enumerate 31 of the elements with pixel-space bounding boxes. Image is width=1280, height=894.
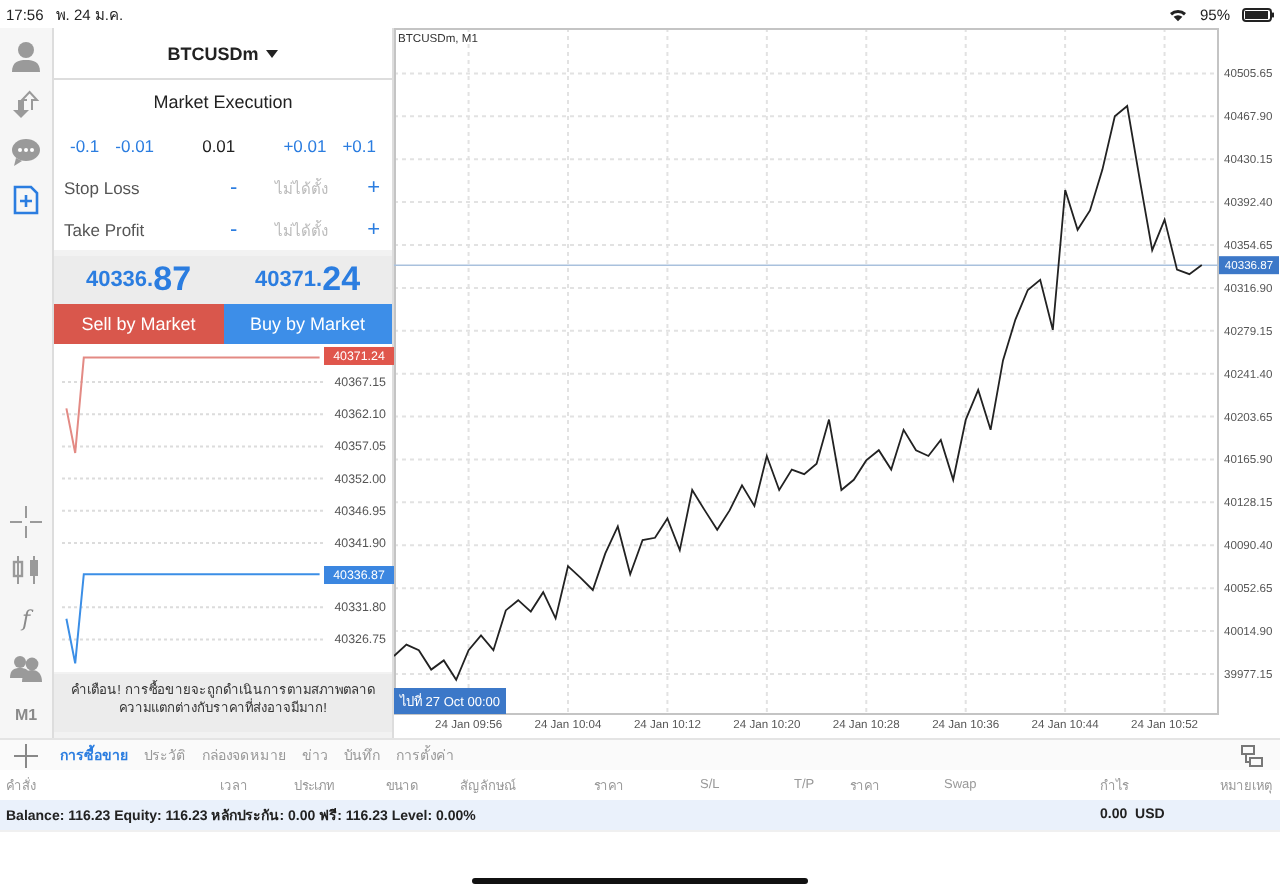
indicators-button[interactable]: f [21,605,31,631]
increase-button[interactable]: + [361,175,386,199]
volume-value: 0.01 [200,135,238,155]
plus-icon[interactable] [14,743,38,767]
person-icon[interactable] [10,40,42,72]
symbol-selector[interactable]: BTCUSDm [167,43,259,63]
volume-step-button[interactable]: -0.01 [107,135,163,155]
decrease-button[interactable]: - [224,217,244,241]
new-order-icon[interactable] [10,184,42,216]
execution-type: Market Execution [153,92,293,112]
ask-price: 40371.24 [252,258,363,302]
timeframe-button[interactable]: M1 [14,705,38,723]
battery-icon [1242,7,1274,21]
field-label: Take Profit [64,219,147,239]
volume-step-button[interactable]: +0.1 [334,135,384,155]
arrows-icon[interactable] [10,88,42,120]
bid-price: 40336.87 [83,258,194,302]
candlestick-icon[interactable] [10,554,42,586]
decrease-button[interactable]: - [224,175,244,199]
crosshair-icon[interactable] [10,506,42,538]
caret-icon[interactable] [266,49,279,57]
field-label: Stop Loss [64,177,142,197]
people-icon[interactable] [10,650,42,682]
wifi-icon [1167,6,1188,22]
chat-icon[interactable] [10,136,42,168]
increase-button[interactable]: + [361,217,386,241]
buy-button[interactable]: Buy by Market [223,304,392,344]
layout-icon[interactable] [1240,743,1264,767]
volume-step-button[interactable]: +0.01 [275,135,335,155]
sell-button[interactable]: Sell by Market [54,304,223,344]
volume-step-button[interactable]: -0.1 [62,135,108,155]
